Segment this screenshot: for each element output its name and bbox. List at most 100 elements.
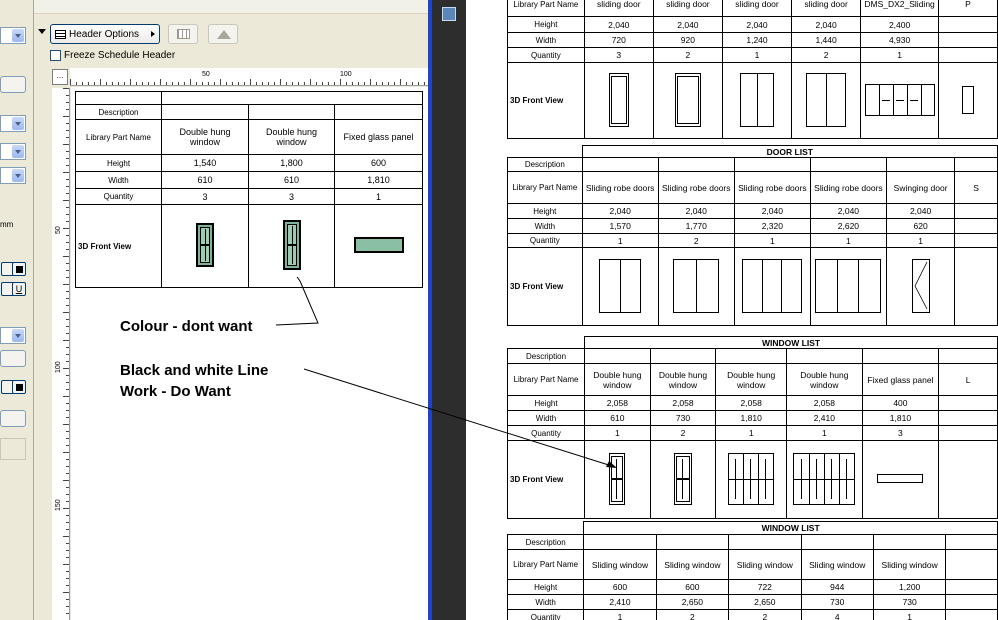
swinging-door-icon <box>911 258 930 313</box>
vruler-tick <box>66 417 69 418</box>
t3-qty-6 <box>938 425 998 441</box>
vruler-tick <box>66 207 69 208</box>
t3-width-3: 1,810 <box>715 410 788 426</box>
width-cell-1[interactable]: 610 <box>161 171 249 189</box>
t2-width-4: 2,620 <box>809 218 887 234</box>
t2-qty-2: 2 <box>657 233 735 248</box>
desc-cell-3[interactable] <box>334 104 423 120</box>
vruler-tick <box>66 291 69 292</box>
palette-button-2[interactable] <box>0 350 26 367</box>
freeze-header-row[interactable]: Freeze Schedule Header <box>50 50 175 61</box>
t2-width-2: 1,770 <box>657 218 735 234</box>
t3-view-6 <box>938 440 998 519</box>
hruler-tick <box>76 82 77 85</box>
palette-dropdown-2[interactable] <box>0 115 26 132</box>
t2-view-3 <box>733 247 811 326</box>
merge-cells-button[interactable] <box>168 24 198 44</box>
t2-width-3: 2,320 <box>733 218 811 234</box>
window-list-table: WINDOW LIST Description Library Part Nam… <box>506 336 998 519</box>
view-cell-2[interactable] <box>248 204 335 288</box>
height-cell-1[interactable]: 1,540 <box>161 154 249 172</box>
t3-view-3 <box>715 440 788 519</box>
t3-label-width: Width <box>506 410 586 426</box>
ruler-corner-button[interactable]: ... <box>52 69 68 85</box>
hruler-tick <box>244 82 245 85</box>
hruler-tick <box>286 82 287 85</box>
document-icon[interactable] <box>442 7 456 21</box>
chart-button[interactable] <box>208 24 238 44</box>
qty-cell-1[interactable]: 3 <box>161 188 249 205</box>
desc-cell-2[interactable] <box>248 104 335 120</box>
t2-name-5: Swinging door <box>885 171 956 204</box>
t2-desc-3 <box>733 157 811 172</box>
vruler-tick <box>66 578 69 579</box>
t2-qty-3: 1 <box>733 233 811 248</box>
vruler-tick <box>63 592 69 593</box>
palette-dropdown-3[interactable] <box>0 143 26 160</box>
hruler-tick <box>424 82 425 85</box>
view-cell-3[interactable] <box>334 204 423 288</box>
t4-width-5: 730 <box>872 594 947 610</box>
collapse-arrow-icon[interactable] <box>38 29 46 34</box>
vruler-tick <box>66 382 69 383</box>
palette-button-3[interactable] <box>0 410 26 427</box>
lib-cell-2[interactable]: Double hung window <box>248 119 335 155</box>
vruler-tick <box>63 508 69 509</box>
t4-qty-3: 2 <box>728 609 802 620</box>
hruler-tick <box>220 79 221 85</box>
swatch-toggle-b[interactable] <box>12 380 26 394</box>
vruler-tick <box>66 389 69 390</box>
width-cell-2[interactable]: 610 <box>248 171 335 189</box>
t1-label-width: Width <box>507 32 585 48</box>
underline-label: U <box>15 284 23 294</box>
sliding-door-icon <box>740 72 774 127</box>
vruler-tick <box>63 200 69 201</box>
t3-desc-3 <box>715 348 788 364</box>
t4-width-6 <box>945 594 998 610</box>
t4-desc-5 <box>872 534 947 550</box>
header-options-button[interactable]: Header Options <box>50 24 160 44</box>
vruler-tick <box>66 214 69 215</box>
vruler-tick <box>66 102 69 103</box>
t1-name-6: P <box>938 0 998 17</box>
t1-name-2: sliding door <box>652 0 723 17</box>
vruler-tick <box>63 368 69 369</box>
t1-width-1: 720 <box>583 32 654 48</box>
annotation-bw-line-1: Black and white Line <box>120 362 269 379</box>
view-cell-1[interactable] <box>161 204 249 288</box>
palette-dropdown-4[interactable] <box>0 167 26 184</box>
width-cell-3[interactable]: 1,810 <box>334 171 423 189</box>
t4-width-2: 2,650 <box>655 594 730 610</box>
t3-qty-2: 2 <box>649 425 717 441</box>
height-cell-2[interactable]: 1,800 <box>248 154 335 172</box>
t1-name-1: sliding door <box>583 0 654 17</box>
height-cell-3[interactable]: 600 <box>334 154 423 172</box>
vruler-tick <box>66 109 69 110</box>
t4-desc-6 <box>945 534 998 550</box>
color-toggle[interactable] <box>12 262 26 276</box>
lib-cell-3[interactable]: Fixed glass panel <box>334 119 423 155</box>
schedule-canvas[interactable]: Description Library Part Name Double hun… <box>71 87 428 620</box>
palette-icon-group[interactable] <box>0 438 26 460</box>
qty-cell-2[interactable]: 3 <box>248 188 335 205</box>
hruler-tick <box>214 82 215 85</box>
lib-cell-1[interactable]: Double hung window <box>161 119 249 155</box>
t1-width-2: 920 <box>652 32 723 48</box>
t4-label-description: Description <box>506 534 585 550</box>
palette-dropdown-1[interactable] <box>0 27 26 44</box>
hruler-tick <box>70 79 71 85</box>
hruler-tick <box>202 82 203 85</box>
t4-title: WINDOW LIST <box>583 521 998 535</box>
palette-button-1[interactable] <box>0 76 26 93</box>
t3-width-6 <box>938 410 998 426</box>
t2-desc-4 <box>809 157 887 172</box>
hruler-tick <box>298 82 299 85</box>
t2-name-3: Sliding robe doors <box>733 171 811 204</box>
qty-cell-3[interactable]: 1 <box>334 188 423 205</box>
underline-toggle[interactable]: U <box>12 282 26 296</box>
t4-qty-6 <box>945 609 998 620</box>
palette-dropdown-5[interactable] <box>0 327 26 344</box>
desc-cell-1[interactable] <box>161 104 249 120</box>
freeze-header-checkbox[interactable] <box>50 50 61 61</box>
vruler-tick <box>66 431 69 432</box>
